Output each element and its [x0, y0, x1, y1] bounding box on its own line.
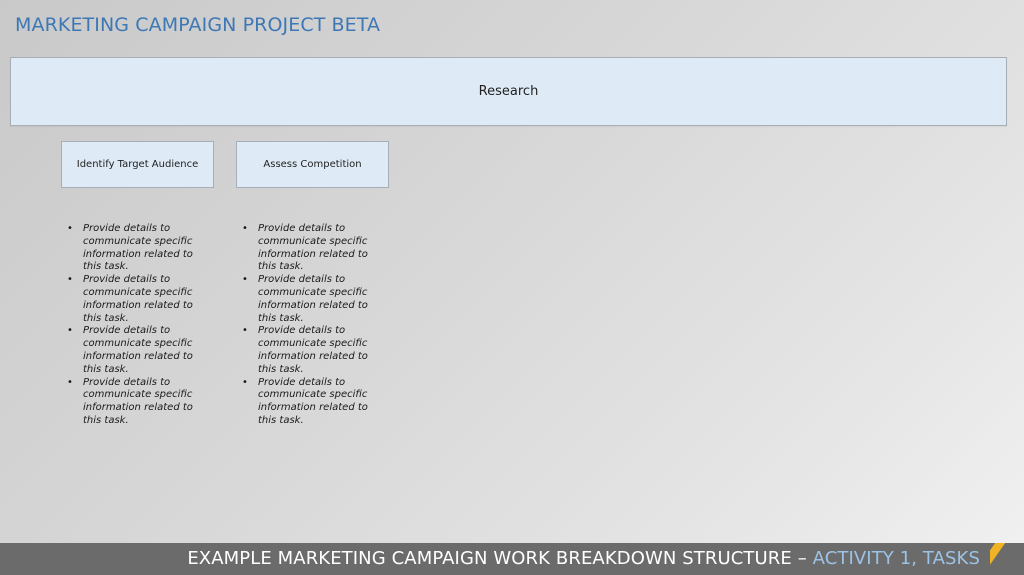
research-label: Research	[478, 84, 539, 99]
bullet-icon: •	[67, 274, 73, 286]
detail-text: Provide details to communicate specific …	[258, 223, 368, 273]
list-item: • Provide details to communicate specific…	[67, 377, 193, 428]
task-box-identify-target-audience: Identify Target Audience	[61, 141, 214, 188]
footer-title: EXAMPLE MARKETING CAMPAIGN WORK BREAKDOW…	[187, 548, 980, 569]
bullet-icon: •	[67, 376, 73, 388]
list-item: • Provide details to communicate specific…	[67, 274, 193, 325]
list-item: • Provide details to communicate specific…	[242, 325, 368, 376]
list-item: • Provide details to communicate specific…	[242, 274, 368, 325]
footer-main-text: EXAMPLE MARKETING CAMPAIGN WORK BREAKDOW…	[187, 548, 813, 569]
task-label: Identify Target Audience	[76, 159, 199, 170]
bullet-icon: •	[242, 376, 248, 388]
task-box-assess-competition: Assess Competition	[236, 141, 389, 188]
bullet-icon: •	[242, 274, 248, 286]
detail-text: Provide details to communicate specific …	[258, 325, 368, 375]
task-details-list: • Provide details to communicate specific…	[242, 223, 392, 428]
page-title: MARKETING CAMPAIGN PROJECT BETA	[15, 14, 381, 36]
detail-text: Provide details to communicate specific …	[83, 325, 193, 375]
detail-text: Provide details to communicate specific …	[83, 376, 193, 426]
footer-accent-text: ACTIVITY 1, TASKS	[812, 548, 980, 569]
detail-text: Provide details to communicate specific …	[258, 376, 368, 426]
detail-text: Provide details to communicate specific …	[83, 223, 193, 273]
bullet-icon: •	[242, 223, 248, 234]
list-item: • Provide details to communicate specific…	[242, 223, 368, 274]
list-item: • Provide details to communicate specific…	[242, 377, 368, 428]
task-details-list: • Provide details to communicate specific…	[67, 223, 217, 428]
task-label: Assess Competition	[263, 159, 362, 170]
detail-text: Provide details to communicate specific …	[258, 274, 368, 324]
bullet-icon: •	[67, 223, 73, 234]
research-box: Research	[10, 57, 1007, 126]
bullet-icon: •	[242, 325, 248, 337]
list-item: • Provide details to communicate specific…	[67, 223, 193, 274]
bullet-icon: •	[67, 325, 73, 337]
footer-stripe	[990, 543, 1024, 575]
list-item: • Provide details to communicate specific…	[67, 325, 193, 376]
detail-text: Provide details to communicate specific …	[83, 274, 193, 324]
